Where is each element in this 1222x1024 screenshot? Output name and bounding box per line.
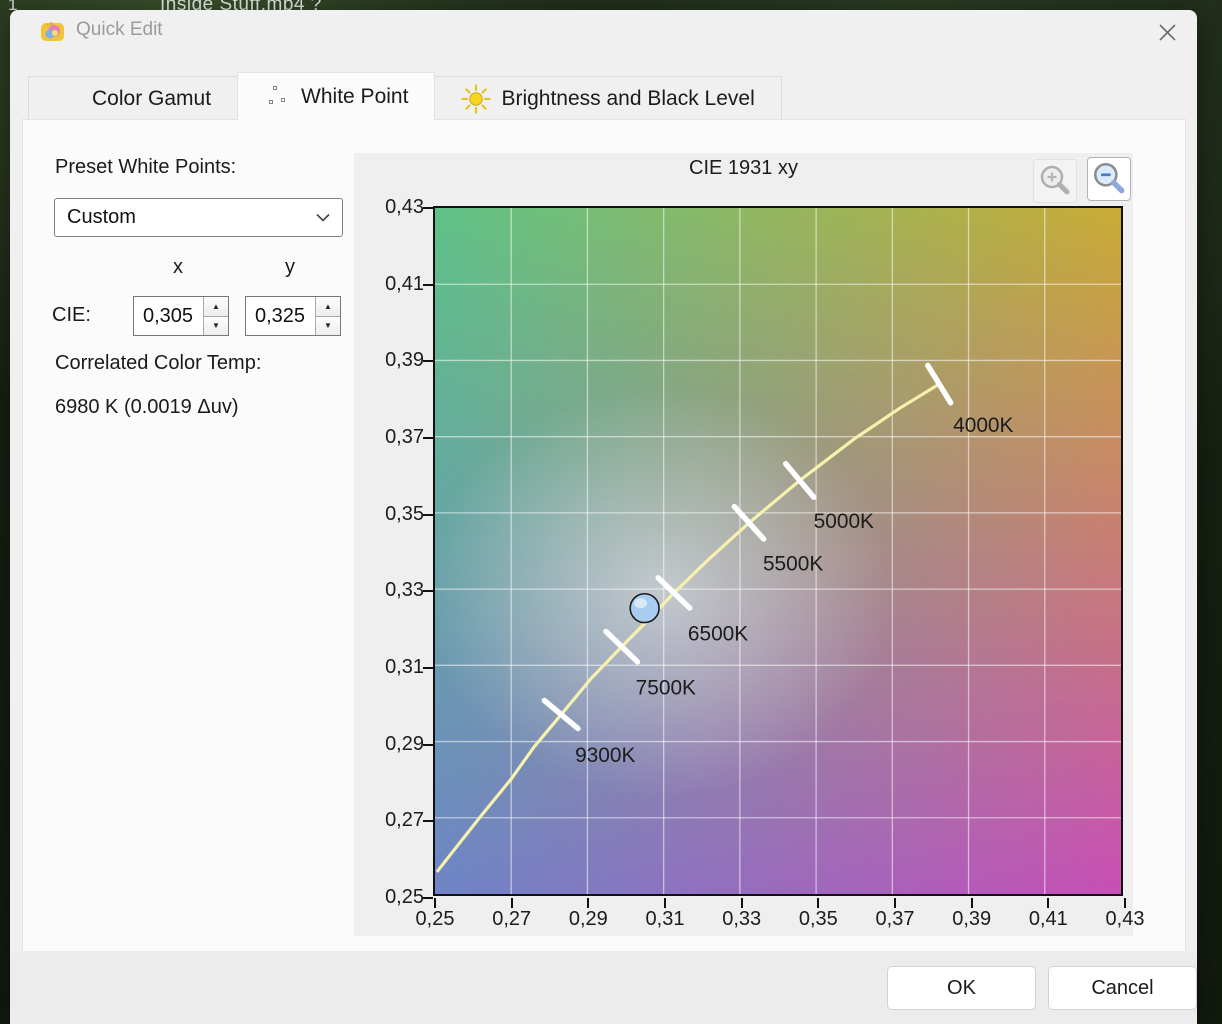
plot-overlay: 4000K 5000K 5500K 6500K 7500K 9300K [435,208,1121,894]
cie-x-spinbox: 0,305 ▲ ▼ [133,296,229,336]
cie-x-increment-button[interactable]: ▲ [204,297,228,317]
axis-tick-label: 0,29 [568,908,608,930]
axis-tick-label: 0,25 [415,908,455,930]
correlated-color-temp-label: Correlated Color Temp: [55,352,262,374]
close-button[interactable] [1151,16,1183,48]
axis-tick-label: 0,27 [492,908,532,930]
temperature-label: 6500K [688,623,748,646]
axis-tick-label: 0,35 [385,502,424,525]
axis-tick-label [423,820,433,823]
temperature-label: 9300K [575,744,635,767]
cie-y-increment-button[interactable]: ▲ [316,297,340,317]
axis-tick-label: 0,33 [722,908,762,930]
axis-tick-label: 0,29 [385,732,424,755]
cie-label: CIE: [52,304,91,326]
cie-1931-xy-plot[interactable]: 4000K 5000K 5500K 6500K 7500K 9300K [433,206,1123,896]
axis-tick-label [423,360,433,363]
magnifier-plus-icon [1040,165,1070,195]
axis-tick-label [740,898,743,908]
preset-white-points-label: Preset White Points: [55,156,237,178]
axis-tick-label [423,590,433,593]
axis-tick-label [970,898,973,908]
color-gamut-icon [55,85,82,113]
axis-tick-label [1047,898,1050,908]
axis-tick-label: 0,43 [1105,908,1145,930]
axis-tick-label: 0,25 [385,886,424,908]
cie-y-decrement-button[interactable]: ▼ [316,316,340,335]
tab-label: Brightness and Black Level [501,86,755,110]
preset-selected-value: Custom [67,206,136,228]
preset-white-points-select[interactable]: Custom [54,198,343,237]
chart-title: CIE 1931 xy [689,157,798,179]
axis-tick-label [510,898,513,908]
axis-tick-label: 0,41 [1028,908,1068,930]
ok-button[interactable]: OK [887,966,1036,1010]
axis-tick-label: 0,41 [385,272,424,295]
axis-tick-label: 0,33 [385,579,424,602]
axis-tick-label [423,437,433,439]
axis-tick-label: 0,37 [385,426,424,448]
cie-x-decrement-button[interactable]: ▼ [204,316,228,335]
temperature-label: 4000K [953,414,1013,437]
temperature-label: 7500K [636,676,696,699]
quick-edit-dialog: Quick Edit Color Gamut White Point Brigh… [10,10,1197,1024]
cie-x-input[interactable]: 0,305 [134,297,203,335]
axis-tick-label: 0,35 [798,908,838,930]
dialog-footer: OK Cancel [10,951,1197,1024]
axis-tick-label [423,667,433,669]
title-bar: Quick Edit [10,10,1197,52]
axis-tick-label [894,898,896,908]
cie-y-spinbox: 0,325 ▲ ▼ [245,296,341,336]
axis-tick-label: 0,31 [385,656,424,678]
tab-color-gamut[interactable]: Color Gamut [28,76,239,120]
tab-white-point[interactable]: White Point [237,72,436,120]
axis-tick-label: 0,39 [385,349,424,372]
x-column-label: x [173,256,183,278]
axis-tick-label [1124,898,1126,908]
tab-brightness-black-level[interactable]: Brightness and Black Level [434,76,782,120]
axis-tick-label: 0,39 [952,908,992,930]
axis-tick-label [423,207,433,209]
axis-tick-label: 0,43 [385,196,424,218]
axis-tick-label [664,898,666,908]
axis-tick-label: 0,37 [875,908,915,930]
axis-tick-label [817,898,820,908]
cancel-button[interactable]: Cancel [1048,966,1197,1010]
tab-label: White Point [301,84,409,108]
axis-tick-label [423,513,433,516]
white-point-icon [264,83,291,111]
white-point-marker[interactable] [629,592,660,624]
close-icon [1158,23,1176,41]
cie-chart-panel: CIE 1931 xy 4000K 5000K 5500K 6500K 7500… [354,153,1144,936]
dialog-title: Quick Edit [76,19,163,40]
axis-tick-label [434,898,436,908]
axis-tick-label: 0,31 [645,908,685,930]
app-icon [41,22,64,41]
white-point-tab-page: Preset White Points: Custom x y CIE: 0,3… [22,119,1186,960]
correlated-color-temp-value: 6980 K (0.0019 Δuv) [55,396,239,418]
magnifier-minus-icon [1094,162,1125,194]
chevron-down-icon [316,213,330,222]
axis-tick-label [423,283,433,286]
zoom-out-button[interactable] [1087,157,1131,201]
axis-tick-label [587,898,590,908]
brightness-icon [461,83,492,114]
zoom-in-button[interactable] [1033,159,1077,203]
axis-tick-label: 0,27 [385,809,424,832]
y-column-label: y [285,256,295,278]
tab-label: Color Gamut [92,86,212,110]
temperature-label: 5000K [814,510,874,533]
temperature-label: 5500K [763,553,823,576]
axis-tick-label [423,897,433,899]
tab-strip: Color Gamut White Point Brightness and B… [28,72,782,120]
axis-tick-label [423,743,433,746]
cie-y-input[interactable]: 0,325 [246,297,315,335]
